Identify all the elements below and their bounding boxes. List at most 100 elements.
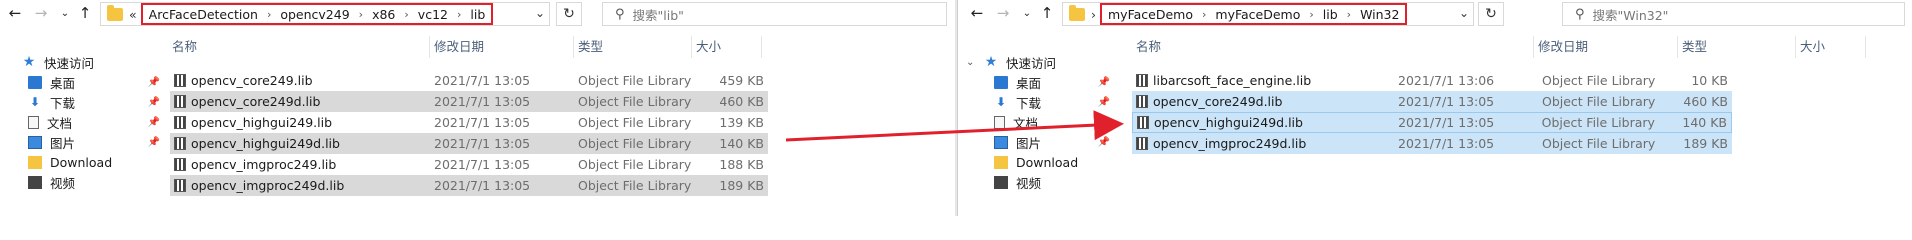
address-bar[interactable]: « ArcFaceDetection › opencv249 › x86 › v… <box>100 2 550 26</box>
chevron-right-icon[interactable]: › <box>1347 8 1351 21</box>
overflow-chevron-icon[interactable]: › <box>1091 7 1096 22</box>
chevron-down-icon[interactable]: ⌄ <box>1459 6 1469 20</box>
file-name-cell: libarcsoft_face_engine.lib <box>1132 73 1394 88</box>
nav-item-desktop[interactable]: 桌面 📌 <box>0 72 160 92</box>
breadcrumb-item[interactable]: myFaceDemo <box>1108 7 1193 22</box>
up-button[interactable]: ↑ <box>1036 2 1058 24</box>
search-box[interactable]: ⚲ 搜索"lib" <box>602 2 947 26</box>
nav-item-downloads[interactable]: ⬇ 下载 📌 <box>0 92 160 112</box>
breadcrumb-item[interactable]: x86 <box>372 7 395 22</box>
chevron-right-icon[interactable]: › <box>404 8 408 21</box>
file-name: opencv_core249.lib <box>191 73 313 88</box>
file-size: 188 KB <box>719 157 764 172</box>
address-bar[interactable]: › myFaceDemo › myFaceDemo › lib › Win32 … <box>1062 2 1474 26</box>
nav-item-videos[interactable]: 视频 <box>958 172 1110 192</box>
forward-button[interactable]: → <box>30 2 52 24</box>
breadcrumb-item[interactable]: ArcFaceDetection <box>149 7 258 22</box>
nav-item-documents[interactable]: 文档 📌 <box>0 112 160 132</box>
breadcrumb-item[interactable]: vc12 <box>418 7 448 22</box>
breadcrumb-item[interactable]: opencv249 <box>280 7 349 22</box>
document-icon <box>994 115 1005 129</box>
breadcrumb-item[interactable]: myFaceDemo <box>1215 7 1300 22</box>
nav-label: 文档 <box>1013 115 1039 131</box>
chevron-right-icon[interactable]: › <box>1202 8 1206 21</box>
file-size: 460 KB <box>1683 94 1728 109</box>
download-icon: ⬇ <box>995 95 1007 109</box>
picture-icon <box>28 135 42 149</box>
up-button[interactable]: ↑ <box>74 2 96 24</box>
file-row[interactable]: opencv_imgproc249d.lib 2021/7/1 13:05 Ob… <box>1132 133 1732 154</box>
nav-item-download-folder[interactable]: Download <box>0 152 160 172</box>
recent-locations-icon[interactable]: ⌄ <box>1016 2 1038 24</box>
file-row[interactable]: opencv_core249d.lib 2021/7/1 13:05 Objec… <box>170 91 768 112</box>
file-row[interactable]: opencv_highgui249d.lib 2021/7/1 13:05 Ob… <box>170 133 768 154</box>
nav-item-pictures[interactable]: 图片 📌 <box>958 132 1110 152</box>
file-date: 2021/7/1 13:06 <box>1398 73 1495 88</box>
column-size[interactable]: 大小 <box>692 36 762 58</box>
file-name-cell: opencv_highgui249d.lib <box>1133 115 1394 130</box>
nav-quick-access[interactable]: ★ 快速访问 <box>958 52 1118 72</box>
column-date[interactable]: 修改日期 <box>1534 36 1678 58</box>
column-type[interactable]: 类型 <box>1678 36 1796 58</box>
chevron-right-icon[interactable]: › <box>267 8 271 21</box>
nav-item-documents[interactable]: 文档 📌 <box>958 112 1110 132</box>
overflow-chevron-icon[interactable]: « <box>129 7 137 22</box>
file-type: Object File Library <box>578 136 692 151</box>
library-file-icon <box>174 95 186 108</box>
file-name-cell: opencv_highgui249.lib <box>170 115 430 130</box>
nav-item-downloads[interactable]: ⬇ 下载 📌 <box>958 92 1110 112</box>
nav-item-pictures[interactable]: 图片 📌 <box>0 132 160 152</box>
pin-icon: 📌 <box>147 116 160 128</box>
column-header: 名称 修改日期 类型 大小 <box>1132 36 1866 58</box>
file-name-cell: opencv_highgui249d.lib <box>170 136 430 151</box>
file-row[interactable]: opencv_imgproc249d.lib 2021/7/1 13:05 Ob… <box>170 175 768 196</box>
file-type: Object File Library <box>578 94 692 109</box>
column-name[interactable]: 名称 <box>168 36 430 58</box>
breadcrumb-item[interactable]: lib <box>1323 7 1338 22</box>
file-date: 2021/7/1 13:05 <box>1398 115 1495 130</box>
file-name-cell: opencv_core249.lib <box>170 73 430 88</box>
recent-locations-icon[interactable]: ⌄ <box>54 2 76 24</box>
chevron-right-icon[interactable]: › <box>1309 8 1313 21</box>
back-button[interactable]: ← <box>966 2 988 24</box>
file-row[interactable]: libarcsoft_face_engine.lib 2021/7/1 13:0… <box>1132 70 1732 91</box>
file-name-cell: opencv_core249d.lib <box>1132 94 1394 109</box>
column-date[interactable]: 修改日期 <box>430 36 574 58</box>
file-list: libarcsoft_face_engine.lib 2021/7/1 13:0… <box>1132 70 1732 154</box>
breadcrumb-item[interactable]: lib <box>470 7 485 22</box>
forward-button[interactable]: → <box>992 2 1014 24</box>
file-row[interactable]: opencv_highgui249d.lib 2021/7/1 13:05 Ob… <box>1132 112 1732 133</box>
back-button[interactable]: ← <box>4 2 26 24</box>
refresh-button[interactable]: ↻ <box>1478 2 1504 26</box>
nav-label: 快速访问 <box>1006 55 1057 71</box>
chevron-down-icon[interactable]: ⌄ <box>535 6 545 20</box>
nav-item-desktop[interactable]: 桌面 📌 <box>958 72 1110 92</box>
pin-icon: 📌 <box>1097 76 1110 88</box>
refresh-button[interactable]: ↻ <box>556 2 582 26</box>
breadcrumb-item[interactable]: Win32 <box>1360 7 1399 22</box>
file-row[interactable]: opencv_highgui249.lib 2021/7/1 13:05 Obj… <box>170 112 768 133</box>
file-type: Object File Library <box>1541 115 1655 130</box>
nav-label: 视频 <box>1016 175 1042 191</box>
column-name[interactable]: 名称 <box>1132 36 1534 58</box>
video-icon <box>994 175 1008 189</box>
address-toolbar: ← → ⌄ ↑ « ArcFaceDetection › opencv249 ›… <box>0 0 955 28</box>
library-file-icon <box>1136 137 1148 150</box>
pin-icon: 📌 <box>147 76 160 88</box>
nav-item-videos[interactable]: 视频 <box>0 172 160 192</box>
search-box[interactable]: ⚲ 搜索"Win32" <box>1562 2 1905 26</box>
file-row[interactable]: opencv_core249d.lib 2021/7/1 13:05 Objec… <box>1132 91 1732 112</box>
pin-icon: 📌 <box>1097 96 1110 108</box>
nav-item-download-folder[interactable]: Download <box>958 152 1110 172</box>
file-name: opencv_highgui249d.lib <box>191 136 340 151</box>
explorer-window-right: ← → ⌄ ↑ › myFaceDemo › myFaceDemo › lib … <box>957 0 1912 216</box>
nav-label: 快速访问 <box>44 55 95 71</box>
chevron-right-icon[interactable]: › <box>457 8 461 21</box>
file-row[interactable]: opencv_imgproc249.lib 2021/7/1 13:05 Obj… <box>170 154 768 175</box>
file-row[interactable]: opencv_core249.lib 2021/7/1 13:05 Object… <box>170 70 768 91</box>
nav-quick-access[interactable]: ★ 快速访问 <box>0 52 160 72</box>
column-size[interactable]: 大小 <box>1796 36 1866 58</box>
nav-label: Download <box>50 154 113 170</box>
chevron-right-icon[interactable]: › <box>359 8 363 21</box>
column-type[interactable]: 类型 <box>574 36 692 58</box>
